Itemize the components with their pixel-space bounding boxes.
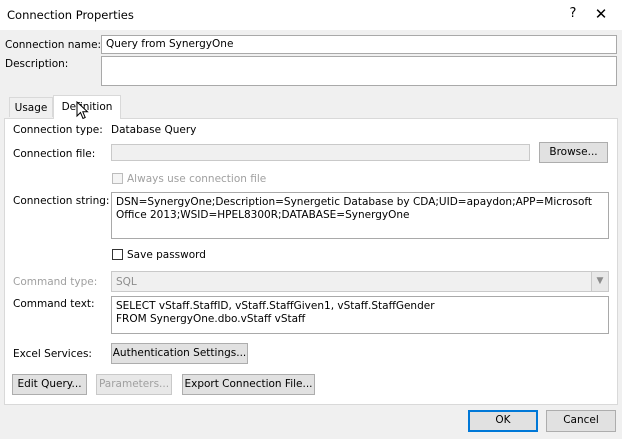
command-type-select[interactable]: SQL	[111, 271, 609, 292]
browse-button[interactable]: Browse...	[539, 142, 608, 163]
authentication-settings-button[interactable]: Authentication Settings...	[111, 343, 248, 364]
always-use-connection-file-label: Always use connection file	[127, 173, 267, 185]
connection-file-input[interactable]	[111, 144, 530, 161]
dialog-title: Connection Properties	[7, 8, 134, 22]
excel-services-label: Excel Services:	[13, 348, 92, 360]
edit-query-button[interactable]: Edit Query...	[12, 374, 87, 395]
connection-string-input[interactable]: DSN=SynergyOne;Description=Synergetic Da…	[111, 192, 609, 239]
connection-string-label: Connection string:	[13, 195, 110, 207]
connection-properties-dialog: Connection Properties ? ✕ Connection nam…	[0, 0, 622, 439]
chevron-down-icon[interactable]: ▼	[591, 272, 608, 291]
close-icon[interactable]: ✕	[590, 5, 612, 25]
help-icon[interactable]: ?	[562, 6, 584, 24]
connection-name-label: Connection name:	[5, 39, 102, 51]
title-bar: Connection Properties ? ✕	[0, 0, 622, 30]
connection-type-label: Connection type:	[13, 124, 103, 136]
save-password-checkbox[interactable]	[112, 249, 123, 260]
command-type-value: SQL	[116, 276, 137, 288]
connection-file-label: Connection file:	[13, 148, 96, 160]
export-connection-file-button[interactable]: Export Connection File...	[182, 374, 315, 395]
save-password-label: Save password	[127, 249, 206, 261]
description-input[interactable]	[101, 56, 617, 86]
command-text-label: Command text:	[13, 298, 95, 310]
command-type-label: Command type:	[13, 276, 98, 288]
mouse-cursor-icon	[76, 101, 89, 120]
connection-name-input[interactable]: Query from SynergyOne	[101, 35, 617, 54]
description-label: Description:	[5, 58, 69, 70]
parameters-button[interactable]: Parameters...	[96, 374, 172, 395]
command-text-input[interactable]: SELECT vStaff.StaffID, vStaff.StaffGiven…	[111, 296, 609, 334]
command-text-line: FROM SynergyOne.dbo.vStaff vStaff	[116, 313, 306, 325]
definition-panel	[4, 118, 618, 405]
cancel-button[interactable]: Cancel	[546, 410, 616, 432]
ok-button[interactable]: OK	[468, 410, 538, 432]
tab-usage[interactable]: Usage	[9, 97, 53, 117]
connection-type-value: Database Query	[111, 124, 197, 136]
command-text-line: SELECT vStaff.StaffID, vStaff.StaffGiven…	[116, 300, 435, 312]
always-use-connection-file-checkbox[interactable]	[112, 173, 123, 184]
